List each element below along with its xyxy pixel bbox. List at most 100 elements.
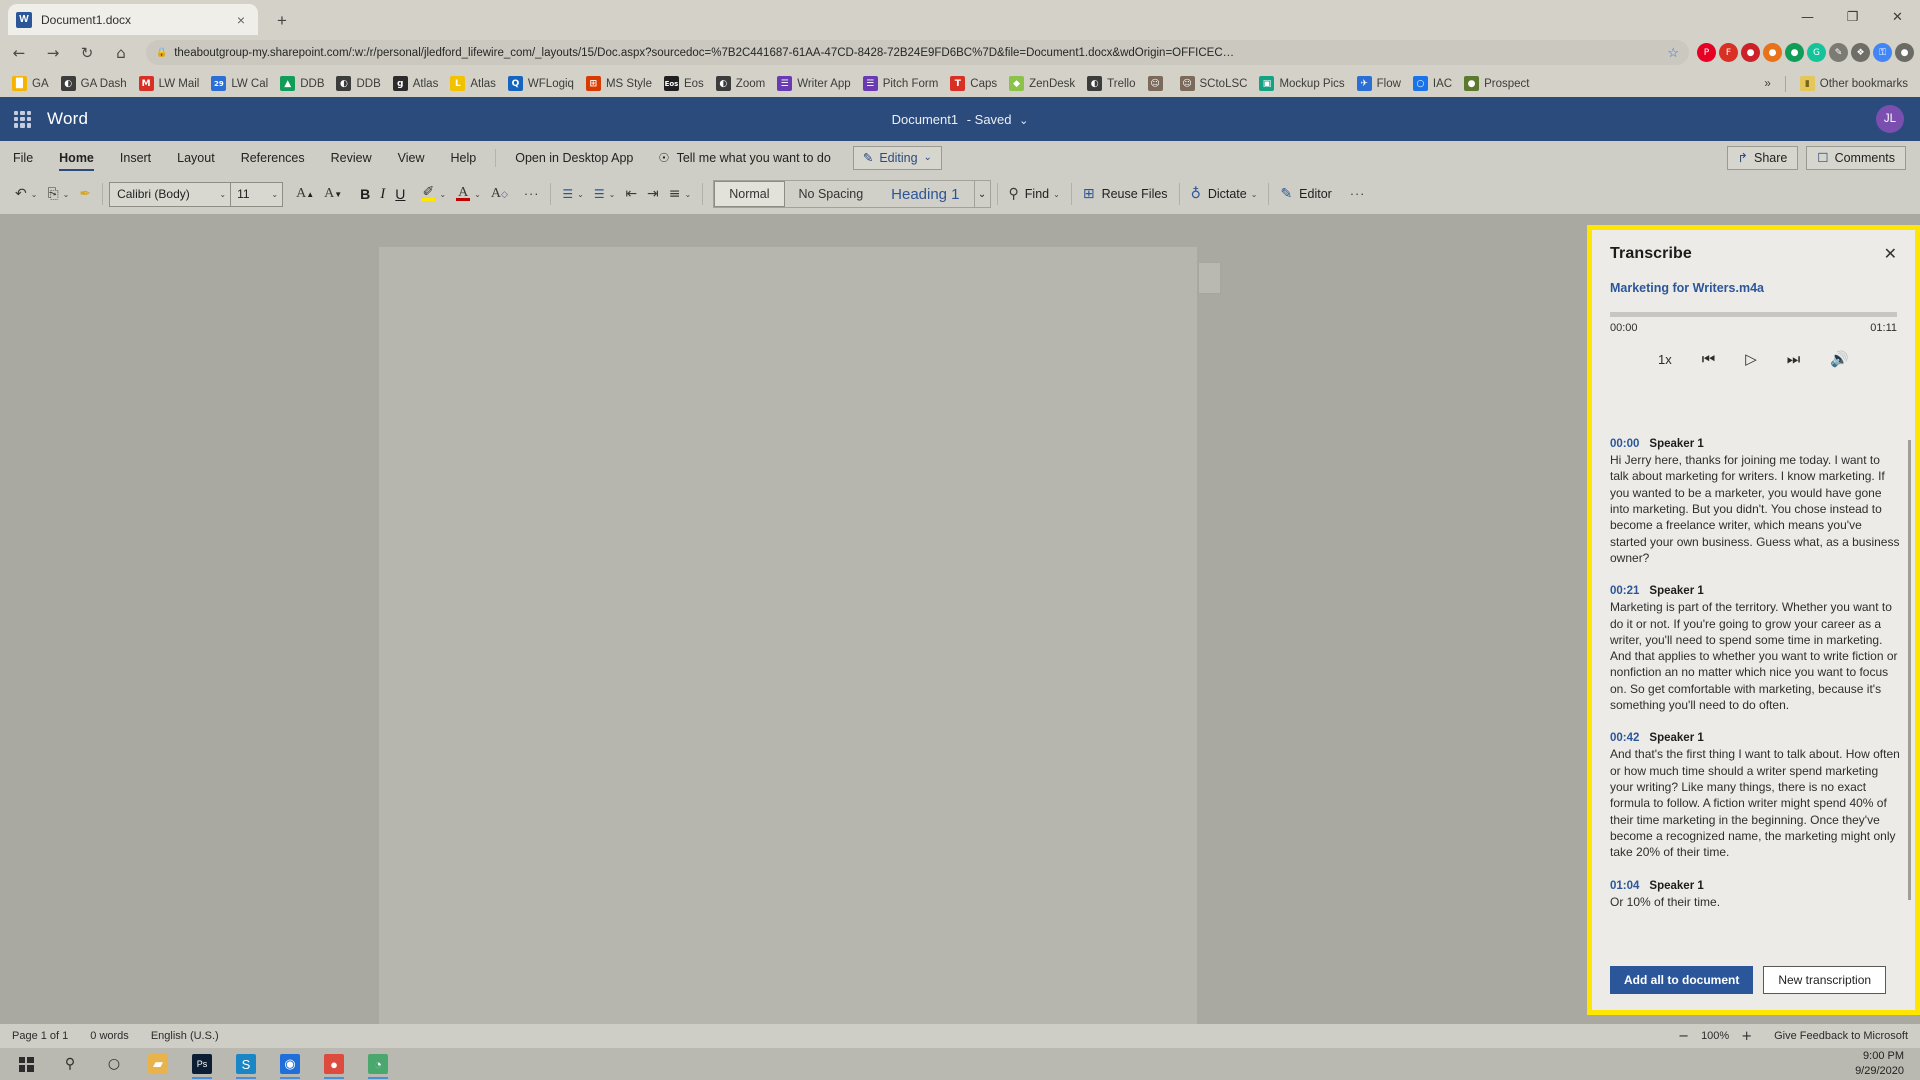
- bookmark-extension[interactable]: F: [1719, 43, 1738, 62]
- ribbon-tab-references[interactable]: References: [228, 141, 318, 174]
- taskbar-item[interactable]: S: [224, 1048, 268, 1080]
- chevron-down-icon[interactable]: ⌄: [439, 190, 446, 199]
- pinterest-extension[interactable]: P: [1697, 43, 1716, 62]
- play-icon[interactable]: ▷: [1745, 350, 1757, 368]
- transcript-list[interactable]: 00:00 Speaker 1 Hi Jerry here, thanks for …: [1610, 438, 1901, 932]
- language-label[interactable]: English (U.S.): [151, 1030, 219, 1042]
- transcript-segment[interactable]: 00:00 Speaker 1 Hi Jerry here, thanks for …: [1610, 438, 1901, 566]
- transcript-speaker[interactable]: Speaker 1: [1649, 585, 1703, 597]
- browser-tab[interactable]: W Document1.docx ×: [8, 4, 258, 35]
- bookmark-star-icon[interactable]: ☆: [1667, 45, 1679, 61]
- word-brand-label[interactable]: Word: [47, 109, 88, 129]
- chevron-down-icon[interactable]: ⌄: [609, 190, 616, 199]
- chevron-down-icon[interactable]: ⌄: [1251, 190, 1258, 199]
- undo-button[interactable]: ↶ ⌄: [10, 180, 42, 208]
- transcript-segment[interactable]: 01:04 Speaker 1 Or 10% of their time.: [1610, 880, 1901, 910]
- grammarly-extension[interactable]: G: [1807, 43, 1826, 62]
- style-normal[interactable]: Normal: [714, 181, 785, 207]
- bookmark-item[interactable]: ☺ SCtoLSC: [1174, 73, 1254, 95]
- document-page[interactable]: [379, 247, 1197, 1025]
- other-bookmarks-button[interactable]: ▮ Other bookmarks: [1794, 73, 1914, 95]
- bookmark-item[interactable]: 29 LW Cal: [205, 73, 274, 95]
- fast-forward-icon[interactable]: ⏭: [1787, 350, 1801, 368]
- numbering-button[interactable]: ☰ ⌄: [589, 180, 620, 208]
- cortana-button[interactable]: ○: [92, 1048, 136, 1080]
- new-transcription-button[interactable]: New transcription: [1763, 966, 1887, 994]
- ribbon-tab-insert[interactable]: Insert: [107, 141, 164, 174]
- chevron-down-icon[interactable]: ⌄: [31, 190, 38, 199]
- bookmark-item[interactable]: ☰ Writer App: [771, 73, 856, 95]
- start-button[interactable]: [4, 1048, 48, 1080]
- ribbon-tab-review[interactable]: Review: [318, 141, 385, 174]
- transcript-scrollbar[interactable]: [1908, 440, 1911, 900]
- italic-button[interactable]: I: [375, 180, 390, 208]
- bookmark-item[interactable]: ☰ Pitch Form: [857, 73, 945, 95]
- transcript-segment[interactable]: 00:42 Speaker 1 And that's the first thing…: [1610, 732, 1901, 860]
- forward-icon[interactable]: →: [38, 38, 68, 68]
- transcript-text[interactable]: Or 10% of their time.: [1610, 894, 1901, 910]
- taskbar-item[interactable]: ●: [312, 1048, 356, 1080]
- chevron-down-icon[interactable]: ⌄: [577, 190, 584, 199]
- editing-mode-button[interactable]: ✎ Editing ⌄: [852, 145, 942, 170]
- transcript-text[interactable]: Marketing is part of the territory. Whet…: [1610, 599, 1901, 713]
- transcript-speaker[interactable]: Speaker 1: [1649, 438, 1703, 450]
- comments-button[interactable]: ☐ Comments: [1806, 145, 1906, 170]
- ribbon-tab-file[interactable]: File: [0, 141, 46, 174]
- bookmark-item[interactable]: ○ IAC: [1407, 73, 1458, 95]
- pen-extension[interactable]: ✎: [1829, 43, 1848, 62]
- editor-button[interactable]: ✎ Editor: [1275, 180, 1336, 208]
- audio-file-link[interactable]: Marketing for Writers.m4a: [1610, 281, 1897, 295]
- increase-indent-button[interactable]: ⇥: [642, 180, 664, 208]
- format-painter-button[interactable]: ✒: [74, 180, 96, 208]
- reuse-files-button[interactable]: ⊞ Reuse Files: [1078, 180, 1173, 208]
- transcript-text[interactable]: And that's the first thing I want to tal…: [1610, 746, 1901, 860]
- ribbon-tab-view[interactable]: View: [385, 141, 438, 174]
- bookmark-item[interactable]: M LW Mail: [133, 73, 206, 95]
- bookmark-item[interactable]: ☺: [1142, 73, 1174, 95]
- find-button[interactable]: ⚲ Find ⌄: [1004, 180, 1065, 208]
- style-no-spacing[interactable]: No Spacing: [785, 181, 878, 207]
- word-count-label[interactable]: 0 words: [90, 1030, 129, 1042]
- close-icon[interactable]: ×: [232, 12, 250, 28]
- style-heading-1[interactable]: Heading 1: [877, 181, 973, 207]
- transcript-timestamp[interactable]: 00:00: [1610, 438, 1639, 450]
- rewind-icon[interactable]: ⏮: [1702, 350, 1716, 368]
- transcript-speaker[interactable]: Speaker 1: [1649, 880, 1703, 892]
- taskbar-search-button[interactable]: ⚲: [48, 1048, 92, 1080]
- key-extension[interactable]: ⚿: [1873, 43, 1892, 62]
- playback-speed-button[interactable]: 1x: [1658, 352, 1672, 367]
- app-launcher-icon[interactable]: [14, 110, 31, 128]
- bookmark-item[interactable]: ▲ DDB: [274, 73, 330, 95]
- zoom-in-button[interactable]: +: [1741, 1029, 1752, 1044]
- bullets-button[interactable]: ☰ ⌄: [557, 180, 588, 208]
- puzzle-extension[interactable]: ❖: [1851, 43, 1870, 62]
- taskbar-item[interactable]: Ps: [180, 1048, 224, 1080]
- minimize-button[interactable]: —: [1785, 0, 1830, 35]
- underline-button[interactable]: U: [390, 180, 410, 208]
- chevron-down-icon[interactable]: ⌄: [1019, 115, 1028, 127]
- font-color-button[interactable]: A ⌄: [451, 180, 486, 208]
- volume-icon[interactable]: 🔊: [1830, 350, 1849, 368]
- taskbar-item[interactable]: ◔: [356, 1048, 400, 1080]
- document-title[interactable]: Document1: [892, 112, 958, 127]
- add-all-to-document-button[interactable]: Add all to document: [1610, 966, 1754, 994]
- decrease-indent-button[interactable]: ⇤: [620, 180, 642, 208]
- highlight-button[interactable]: ✐ ⌄: [416, 180, 451, 208]
- bookmark-item[interactable]: g Atlas: [387, 73, 445, 95]
- bookmark-item[interactable]: ✈ Flow: [1351, 73, 1407, 95]
- ribbon-tab-layout[interactable]: Layout: [164, 141, 228, 174]
- feedback-link[interactable]: Give Feedback to Microsoft: [1774, 1030, 1908, 1042]
- transcript-segment[interactable]: 00:21 Speaker 1 Marketing is part of the t…: [1610, 585, 1901, 713]
- bookmark-item[interactable]: ▣ Mockup Pics: [1253, 73, 1350, 95]
- transcript-timestamp[interactable]: 01:04: [1610, 880, 1639, 892]
- ribbon-tab-home[interactable]: Home: [46, 141, 107, 174]
- bookmark-item[interactable]: ◐ DDB: [330, 73, 386, 95]
- taskbar-item[interactable]: ▰: [136, 1048, 180, 1080]
- chevron-down-icon[interactable]: ⌄: [685, 190, 692, 199]
- comment-margin-stub[interactable]: [1198, 262, 1221, 294]
- maximize-button[interactable]: ❐: [1830, 0, 1875, 35]
- zoom-out-button[interactable]: −: [1678, 1029, 1689, 1044]
- bookmark-item[interactable]: ◆ ZenDesk: [1003, 73, 1081, 95]
- paste-button[interactable]: ⎘ ⌄: [42, 180, 74, 208]
- bookmark-item[interactable]: █ GA: [6, 73, 55, 95]
